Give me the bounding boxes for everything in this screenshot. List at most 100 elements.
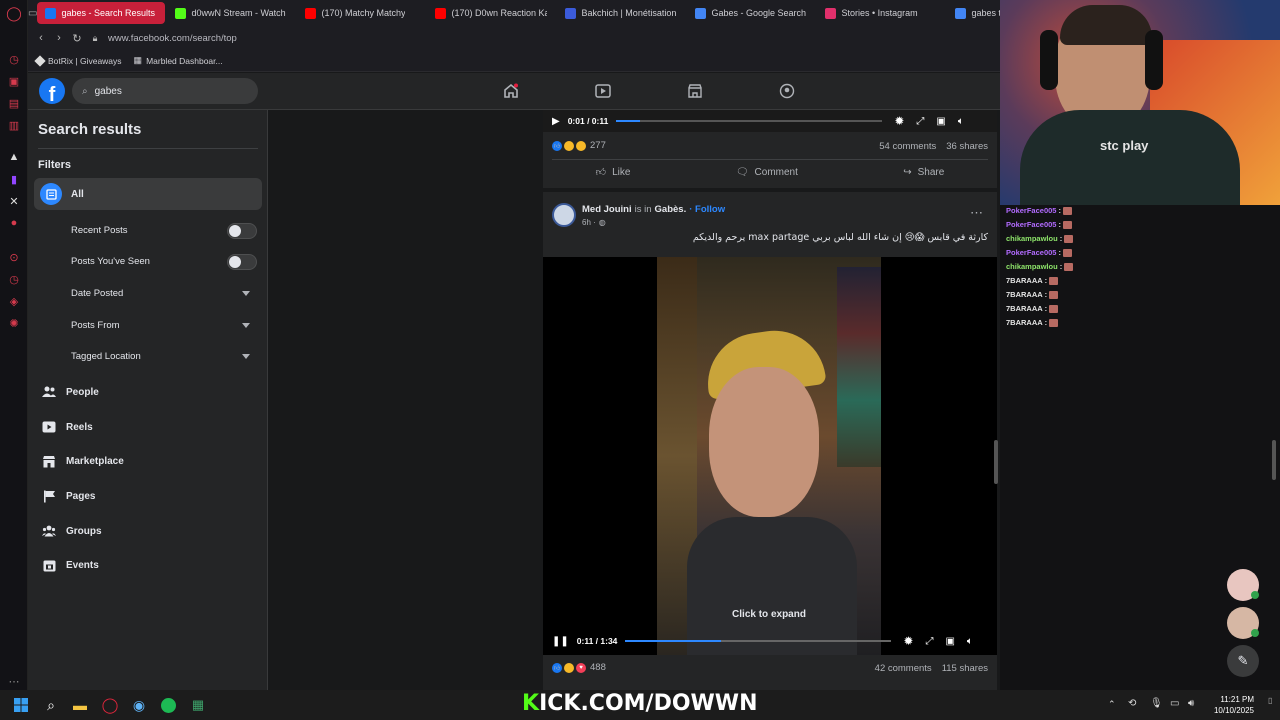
chevron-down-icon[interactable] xyxy=(242,323,250,328)
scrollbar[interactable] xyxy=(994,440,998,484)
back-icon[interactable]: ‹ xyxy=(32,32,50,44)
chevron-down-icon[interactable] xyxy=(242,354,250,359)
category-reels[interactable]: Reels xyxy=(36,412,260,442)
sidebar-messenger-icon[interactable]: ▤ xyxy=(7,96,21,110)
video-progress-bar[interactable] xyxy=(616,120,883,122)
toggle-switch[interactable] xyxy=(227,223,257,239)
facebook-logo-icon[interactable]: f xyxy=(39,78,65,104)
share-button[interactable]: ↪ Share xyxy=(903,167,944,178)
bookmark-botrix[interactable]: BotRix | Giveaways xyxy=(34,54,122,67)
follow-button[interactable]: · Follow xyxy=(689,204,725,215)
opera-icon[interactable]: ◯ xyxy=(99,694,121,716)
volume-icon[interactable]: 🔈︎ xyxy=(958,116,964,127)
volume-icon[interactable]: 🔈︎ xyxy=(967,636,973,647)
groups-nav-icon[interactable] xyxy=(775,80,799,102)
marketplace-nav-icon[interactable] xyxy=(683,80,707,102)
comments-count[interactable]: 54 comments xyxy=(879,141,936,152)
sidebar-bag-icon[interactable]: ▣ xyxy=(7,74,21,88)
category-events[interactable]: Events xyxy=(36,550,260,580)
category-pages[interactable]: Pages xyxy=(36,481,260,511)
more-options-icon[interactable]: ⋯ xyxy=(970,205,983,221)
shares-count[interactable]: 36 shares xyxy=(946,141,988,152)
category-groups[interactable]: Groups xyxy=(36,516,260,546)
settings-icon[interactable]: ✹ xyxy=(903,634,913,648)
miniplayer-icon[interactable]: ▣ xyxy=(945,636,954,647)
comment-button[interactable]: 🗨︎ Comment xyxy=(736,167,798,178)
bookmark-marbled[interactable]: ▦ Marbled Dashboar... xyxy=(134,55,223,66)
chat-username[interactable]: 7BARAAA xyxy=(1006,318,1043,327)
spotify-icon[interactable] xyxy=(157,694,179,716)
video-nav-icon[interactable] xyxy=(591,80,615,102)
sidebar-ai-icon[interactable]: ▲ xyxy=(7,150,21,164)
browser-tab[interactable]: (170) D0wn Reaction Kan xyxy=(427,2,555,24)
sidebar-history-icon[interactable]: ◷ xyxy=(7,52,21,66)
app-icon-2[interactable]: ▦ xyxy=(187,694,209,716)
play-icon[interactable]: ▶ xyxy=(552,116,560,127)
chat-username[interactable]: PokerFace005 xyxy=(1006,248,1056,257)
reaction-summary[interactable]: 👍︎ 277 xyxy=(552,140,606,151)
notification-icon[interactable]: ▯ xyxy=(1268,696,1272,705)
clock[interactable]: 11:21 PM 10/10/2025 xyxy=(1204,694,1254,716)
chat-username[interactable]: 7BARAAA xyxy=(1006,290,1043,299)
browser-tab[interactable]: Gabes - Google Search xyxy=(687,2,815,24)
chat-username[interactable]: 7BARAAA xyxy=(1006,304,1043,313)
home-nav-icon[interactable] xyxy=(499,80,523,102)
search-icon[interactable]: ⌕ xyxy=(40,694,62,716)
pause-icon[interactable]: ❚❚ xyxy=(552,636,569,647)
chat-username[interactable]: chikampawlou xyxy=(1006,234,1058,243)
browser-tab[interactable]: d0wwN Stream - Watch l xyxy=(167,2,295,24)
browser-tab[interactable]: gabes t xyxy=(947,2,1000,24)
scrollbar[interactable] xyxy=(1272,440,1276,480)
video-progress-bar[interactable] xyxy=(625,640,892,642)
chat-username[interactable]: 7BARAAA xyxy=(1006,276,1043,285)
sidebar-player-icon[interactable]: ▥ xyxy=(7,118,21,132)
author-name[interactable]: Med Jouini xyxy=(582,204,632,215)
chat-username[interactable]: PokerFace005 xyxy=(1006,220,1056,229)
browser-tab[interactable]: Bakchich | Monétisation xyxy=(557,2,685,24)
chat-username[interactable]: chikampawlou xyxy=(1006,262,1058,271)
new-message-icon[interactable]: ✎ xyxy=(1227,645,1259,677)
forward-icon[interactable]: › xyxy=(50,32,68,44)
sidebar-cube-icon[interactable]: ◈ xyxy=(7,294,21,308)
chat-username[interactable]: PokerFace005 xyxy=(1006,206,1056,215)
more-icon[interactable]: ⋯ xyxy=(7,674,21,688)
sidebar-circle-icon[interactable]: ⊙ xyxy=(7,250,21,264)
network-icon[interactable]: ▭ xyxy=(1170,698,1179,709)
search-input[interactable]: ⌕ gabes xyxy=(72,78,258,104)
x-icon[interactable]: ✕ xyxy=(7,194,21,208)
browser-tab[interactable]: (170) Matchy Matchy xyxy=(297,2,425,24)
opera-logo-icon[interactable]: ◯ xyxy=(6,5,22,21)
shares-count[interactable]: 115 shares xyxy=(942,663,988,674)
click-to-expand[interactable]: Click to expand xyxy=(657,609,881,620)
sidebar-clock-icon[interactable]: ◷ xyxy=(7,272,21,286)
file-explorer-icon[interactable]: ▬ xyxy=(69,694,91,716)
reload-icon[interactable]: ↻ xyxy=(68,32,86,45)
filter-all[interactable]: All xyxy=(34,178,262,210)
toggle-switch[interactable] xyxy=(227,254,257,270)
like-button[interactable]: 👍︎ Like xyxy=(596,166,631,179)
sidebar-pin-icon[interactable]: ● xyxy=(7,216,21,230)
windows-start-icon[interactable] xyxy=(10,694,32,716)
post-time[interactable]: 6h · xyxy=(582,218,596,227)
fullscreen-icon[interactable]: ⤢ xyxy=(916,116,924,127)
settings-icon[interactable]: ✺ xyxy=(7,316,21,330)
browser-tab[interactable]: Stories • Instagram xyxy=(817,2,945,24)
app-icon[interactable]: ◉ xyxy=(128,694,150,716)
settings-icon[interactable]: ✹ xyxy=(894,114,904,128)
twitch-icon[interactable]: ▮ xyxy=(7,172,21,186)
video-player[interactable]: Click to expand ❚❚ 0:11 / 1:34 ✹ ⤢ ▣ 🔈︎ xyxy=(543,257,997,655)
volume-icon[interactable]: 🔊︎ xyxy=(1188,698,1194,709)
category-marketplace[interactable]: Marketplace xyxy=(36,446,260,476)
url-field[interactable]: www.facebook.com/search/top xyxy=(108,33,237,44)
tray-app-icon[interactable]: ⟲ xyxy=(1128,698,1136,709)
comments-count[interactable]: 42 comments xyxy=(875,663,932,674)
category-people[interactable]: People xyxy=(36,377,260,407)
microphone-icon[interactable]: 🎙︎ xyxy=(1150,698,1163,709)
location-link[interactable]: Gabès. xyxy=(655,204,687,215)
fullscreen-icon[interactable]: ⤢ xyxy=(925,636,933,647)
chevron-down-icon[interactable] xyxy=(242,291,250,296)
miniplayer-icon[interactable]: ▣ xyxy=(936,116,945,127)
tab-menu-icon[interactable]: ▭ xyxy=(28,8,37,19)
tray-chevron-icon[interactable]: ⌃ xyxy=(1108,699,1116,710)
avatar[interactable] xyxy=(552,203,576,227)
